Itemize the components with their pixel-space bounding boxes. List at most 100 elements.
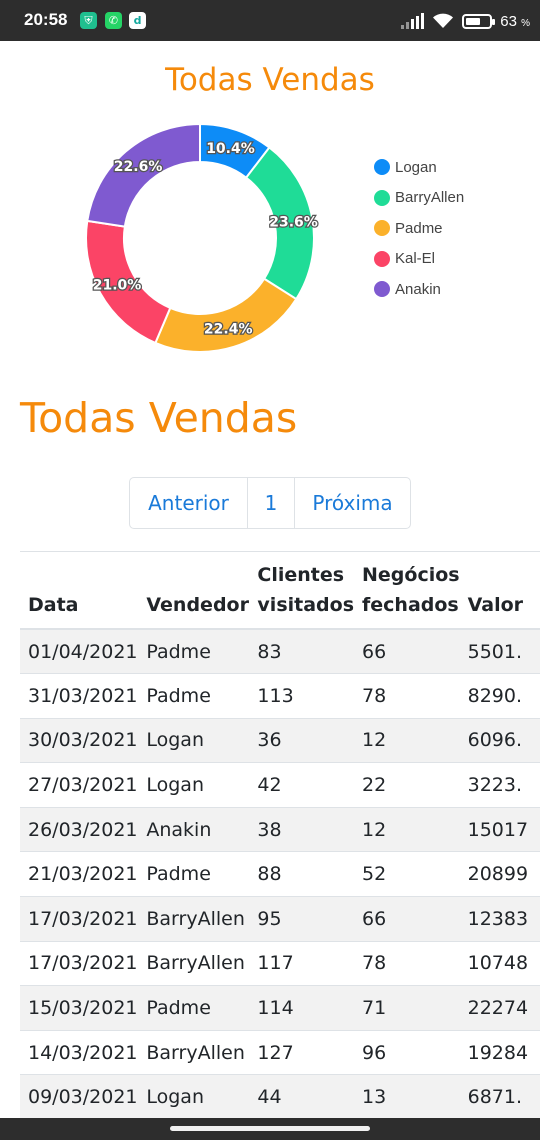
legend-item-kal-el[interactable]: Kal-El	[374, 244, 464, 275]
legend-item-padme[interactable]: Padme	[374, 213, 464, 244]
table-cell: 36	[249, 717, 355, 763]
table-cell: BarryAllen	[138, 1029, 250, 1075]
legend-swatch	[374, 159, 390, 176]
table-cell: 3223.	[459, 762, 540, 808]
table-cell: 71	[354, 985, 460, 1031]
slice-label-padme: 22.4%	[204, 322, 253, 338]
column-header: Valor	[459, 552, 540, 630]
column-header: Data	[20, 552, 139, 630]
legend-label: Anakin	[395, 280, 441, 298]
slice-label-barryallen: 23.6%	[269, 214, 318, 230]
legend-label: Logan	[395, 158, 437, 176]
table-cell: 15/03/2021	[20, 985, 139, 1031]
slice-label-anakin: 22.6%	[114, 159, 163, 175]
table-cell: BarryAllen	[138, 896, 250, 942]
table-cell: 17/03/2021	[20, 896, 139, 942]
column-header: Clientes visitados	[249, 552, 355, 630]
table-row: 17/03/2021 BarryAllen 117 78 10748	[20, 940, 540, 986]
legend-item-barryallen[interactable]: BarryAllen	[374, 183, 464, 214]
table-cell: 10748	[459, 940, 540, 986]
table-cell: 42	[249, 762, 355, 808]
table-row: 14/03/2021 BarryAllen 127 96 19284	[20, 1029, 540, 1075]
next-page-button[interactable]: Próxima	[295, 478, 410, 528]
table-cell: Logan	[138, 762, 250, 808]
table-cell: 22274	[459, 985, 540, 1031]
legend-label: Padme	[395, 219, 443, 237]
table-cell: 12	[354, 806, 460, 852]
home-indicator[interactable]	[170, 1126, 370, 1131]
chart-legend: Logan BarryAllen Padme Kal-El Anakin	[374, 152, 464, 305]
legend-swatch	[374, 220, 390, 237]
table-cell: 09/03/2021	[20, 1074, 139, 1118]
table-row: 09/03/2021 Logan 44 13 6871.	[20, 1074, 540, 1118]
table-cell: 52	[354, 851, 460, 897]
slice-label-logan: 10.4%	[206, 141, 255, 157]
table-row: 01/04/2021 Padme 83 66 5501.	[20, 628, 540, 674]
table-cell: 83	[249, 628, 355, 674]
page-number-button[interactable]: 1	[248, 478, 295, 528]
sales-table: Data Vendedor Clientes visitados Negócios fec…	[20, 552, 540, 1118]
table-cell: 27/03/2021	[20, 762, 139, 808]
legend-label: BarryAllen	[395, 189, 465, 207]
table-cell: 5501.	[459, 628, 540, 674]
table-cell: 26/03/2021	[20, 806, 139, 852]
table-cell: 14/03/2021	[20, 1029, 139, 1075]
table-cell: 66	[354, 628, 460, 674]
pagination: Anterior 1 Próxima	[129, 477, 411, 529]
table-cell: 114	[249, 985, 355, 1031]
legend-item-anakin[interactable]: Anakin	[374, 274, 464, 305]
donut-slice-anakin[interactable]	[86, 122, 201, 228]
table-cell: 01/04/2021	[20, 628, 139, 674]
table-cell: 88	[249, 851, 355, 897]
table-cell: 22	[354, 762, 460, 808]
table-cell: 95	[249, 896, 355, 942]
navigation-bar	[0, 1118, 540, 1140]
column-header: Vendedor	[138, 552, 250, 630]
table-cell: 6871.	[459, 1074, 540, 1118]
table-row: 26/03/2021 Anakin 38 12 15017	[20, 806, 540, 852]
previous-page-button[interactable]: Anterior	[130, 478, 248, 528]
table-cell: 30/03/2021	[20, 717, 139, 763]
table-cell: Padme	[138, 673, 250, 719]
table-header-row: Data Vendedor Clientes visitados Negócios fec…	[20, 552, 540, 630]
table-cell: 12383	[459, 896, 540, 942]
table-cell: Logan	[138, 1074, 250, 1118]
table-row: 30/03/2021 Logan 36 12 6096.	[20, 717, 540, 763]
table-cell: 13	[354, 1074, 460, 1118]
table-cell: Logan	[138, 717, 250, 763]
table-cell: 78	[354, 940, 460, 986]
table-cell: Padme	[138, 985, 250, 1031]
table-cell: 17/03/2021	[20, 940, 139, 986]
donut-slice-padme[interactable]	[154, 277, 298, 353]
table-cell: 117	[249, 940, 355, 986]
table-cell: 44	[249, 1074, 355, 1118]
legend-label: Kal-El	[395, 250, 436, 268]
table-cell: 96	[354, 1029, 460, 1075]
table-cell: 78	[354, 673, 460, 719]
table-cell: 8290.	[459, 673, 540, 719]
page-title: Todas Vendas	[20, 394, 298, 442]
table-cell: 66	[354, 896, 460, 942]
table-cell: 19284	[459, 1029, 540, 1075]
table-cell: 21/03/2021	[20, 851, 139, 897]
table-row: 31/03/2021 Padme 113 78 8290.	[20, 673, 540, 719]
table-row: 21/03/2021 Padme 88 52 20899	[20, 851, 540, 897]
table-cell: BarryAllen	[138, 940, 250, 986]
legend-item-logan[interactable]: Logan	[374, 152, 464, 183]
table-cell: 15017	[459, 806, 540, 852]
sales-table-container[interactable]: Data Vendedor Clientes visitados Negócios fec…	[20, 551, 540, 1118]
table-cell: 6096.	[459, 717, 540, 763]
table-cell: 20899	[459, 851, 540, 897]
table-cell: Padme	[138, 851, 250, 897]
table-cell: Padme	[138, 628, 250, 674]
table-cell: 113	[249, 673, 355, 719]
table-cell: Anakin	[138, 806, 250, 852]
legend-swatch	[374, 281, 390, 298]
table-cell: 31/03/2021	[20, 673, 139, 719]
legend-swatch	[374, 250, 390, 267]
slice-label-kal-el: 21.0%	[93, 277, 142, 293]
table-cell: 12	[354, 717, 460, 763]
table-row: 17/03/2021 BarryAllen 95 66 12383	[20, 896, 540, 942]
table-row: 15/03/2021 Padme 114 71 22274	[20, 985, 540, 1031]
column-header: Negócios fechados	[354, 552, 460, 630]
